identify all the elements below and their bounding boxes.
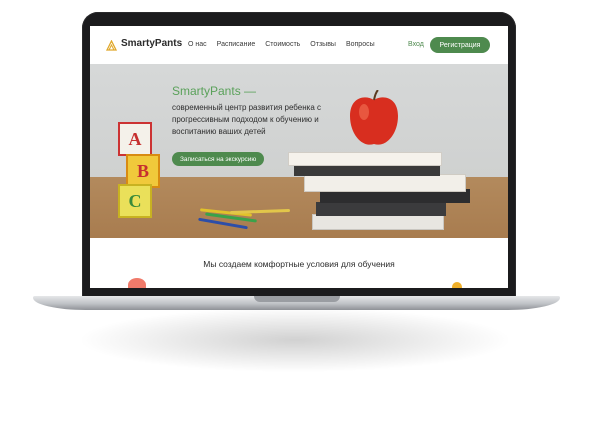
- excursion-button[interactable]: Записаться на экскурсию: [172, 152, 265, 166]
- login-link[interactable]: Вход: [408, 41, 424, 48]
- logo-icon: [105, 38, 118, 51]
- book: [316, 202, 446, 216]
- nav-item-reviews[interactable]: Отзывы: [310, 41, 336, 48]
- book: [312, 214, 444, 230]
- nav-item-pricing[interactable]: Стоимость: [265, 41, 300, 48]
- hero-section: A B C SmartyPants — современный центр ра…: [90, 64, 508, 238]
- laptop-shadow: [60, 305, 530, 375]
- apple-illustration: [350, 90, 398, 145]
- nav-item-schedule[interactable]: Расписание: [217, 41, 256, 48]
- decor-shape-right: [452, 282, 462, 288]
- book: [288, 152, 442, 166]
- site-header: SmartyPants О нас Расписание Стоимость О…: [90, 26, 508, 64]
- register-button[interactable]: Регистрация: [430, 37, 490, 53]
- main-nav: О нас Расписание Стоимость Отзывы Вопрос…: [188, 41, 375, 48]
- section-title: Мы создаем комфортные условия для обучен…: [203, 259, 395, 269]
- laptop-screen: SmartyPants О нас Расписание Стоимость О…: [90, 26, 508, 288]
- block-a: A: [118, 122, 152, 156]
- nav-item-about[interactable]: О нас: [188, 41, 207, 48]
- brand-name: SmartyPants: [121, 38, 183, 49]
- pencil: [229, 208, 291, 215]
- block-b: B: [126, 154, 160, 188]
- nav-item-faq[interactable]: Вопросы: [346, 41, 375, 48]
- hero-subtitle: современный центр развития ребенка с про…: [172, 103, 322, 136]
- logo[interactable]: SmartyPants: [105, 38, 183, 51]
- decor-shape-left: [128, 278, 146, 288]
- block-c: C: [118, 184, 152, 218]
- laptop-mockup: SmartyPants О нас Расписание Стоимость О…: [0, 0, 593, 447]
- hero-title: SmartyPants —: [172, 84, 257, 98]
- book: [304, 174, 466, 192]
- laptop-notch: [254, 296, 340, 302]
